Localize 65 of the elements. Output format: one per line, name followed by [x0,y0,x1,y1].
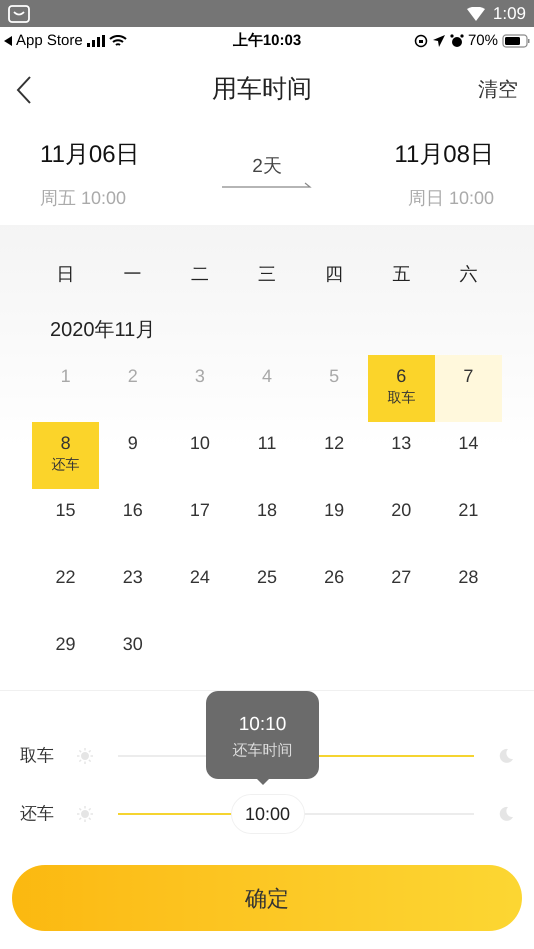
calendar-day[interactable]: 9 [99,422,166,489]
weekday-label: 六 [458,262,478,286]
calendar-day[interactable]: 14 [434,422,502,489]
calendar-day[interactable]: 18 [233,489,301,556]
slider-label: 取车 [20,745,55,768]
calendar-day[interactable]: 28 [434,556,502,623]
page-title: 用车时间 [212,74,312,106]
weekday-label: 五 [391,262,412,286]
calendar-day[interactable]: 8 还车 [32,422,100,489]
moon-icon [498,748,514,764]
weekday-label: 三 [256,262,277,286]
back-icon [16,75,32,105]
calendar-day[interactable]: 26 [300,556,368,623]
calendar-day[interactable]: 19 [300,489,368,556]
app-icon [8,4,30,24]
calendar-day[interactable]: 10 [166,422,234,489]
weekday-label: 日 [56,262,76,286]
tooltip-caption: 还车时间 [232,740,292,760]
time-slider[interactable]: 10:00 [118,794,474,834]
calendar-day[interactable]: 16 [99,489,166,556]
calendar-day[interactable]: 22 [32,556,100,623]
battery-percent: 70% [468,30,498,51]
back-triangle-icon [4,36,12,46]
tooltip-time: 10:10 [238,713,286,737]
wifi-icon [466,6,485,20]
location-arrow-icon [432,34,446,48]
status-time: 1:09 [492,2,526,25]
battery-icon [502,34,530,48]
start-weekday-time: 周五 10:00 [40,187,128,210]
weekday-label: 四 [324,262,344,286]
slider-thumb[interactable]: 10:00 [230,794,305,834]
wifi-icon [108,34,127,48]
calendar-day[interactable]: 11 [233,422,301,489]
ios-time: 上午10:03 [232,30,302,51]
calendar-day[interactable]: 12 [300,422,368,489]
month-title: 2020年11月 [49,318,156,343]
confirm-button[interactable]: 确定 [12,865,522,931]
moon-icon [498,806,514,822]
carrier-label[interactable]: App Store [16,30,83,52]
calendar-day[interactable]: 7 [434,355,502,422]
slider-label: 还车 [20,803,55,826]
calendar-day[interactable]: 23 [99,556,166,623]
alarm-icon [450,34,464,48]
sun-icon [76,805,94,823]
lock-rotation-icon [414,34,428,48]
calendar-day[interactable]: 24 [166,556,234,623]
calendar-day[interactable]: 25 [233,556,301,623]
signal-icon [86,35,105,47]
calendar-day[interactable]: 15 [32,489,100,556]
calendar-day[interactable]: 20 [368,489,435,556]
calendar-day[interactable]: 17 [166,489,234,556]
calendar-day[interactable]: 30 [99,623,166,690]
duration-label: 2天 [252,155,282,179]
calendar-day[interactable]: 13 [368,422,435,489]
sun-icon [76,747,94,765]
calendar-day[interactable]: 27 [368,556,435,623]
calendar-day[interactable]: 29 [32,623,100,690]
end-weekday-time: 周日 10:00 [408,187,494,210]
weekday-label: 一 [122,262,143,286]
end-date: 11月08日 [394,140,494,170]
weekday-label: 二 [190,262,210,286]
start-date: 11月06日 [40,140,140,170]
clear-button[interactable]: 清空 [478,75,518,105]
calendar-day[interactable]: 6 取车 [368,355,435,422]
calendar-day[interactable]: 21 [434,489,502,556]
